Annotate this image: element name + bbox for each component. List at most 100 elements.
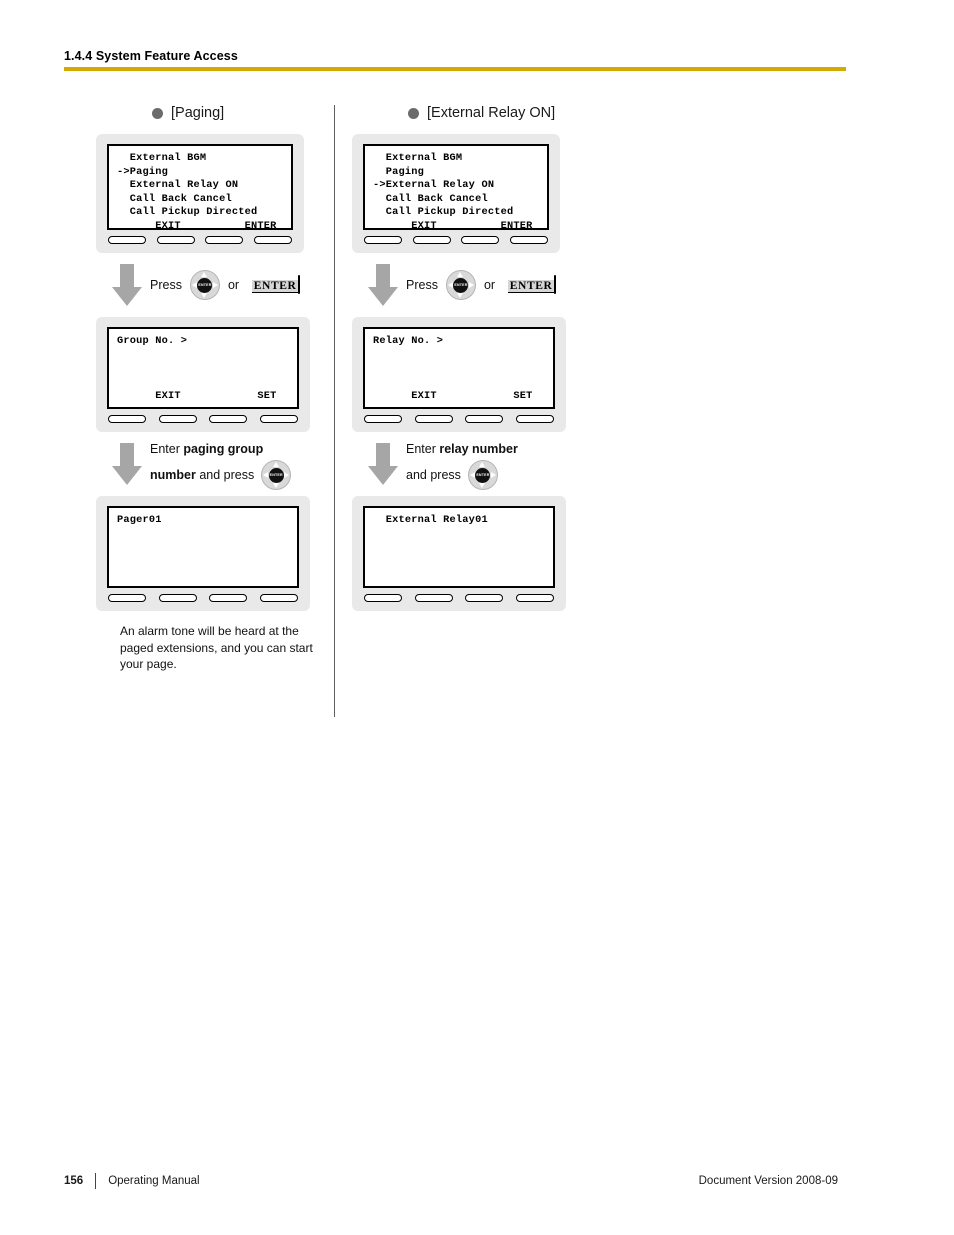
down-arrow-icon: [112, 264, 142, 306]
lcd-line: Pager01: [117, 514, 162, 526]
softkey-button-2[interactable]: [156, 236, 195, 244]
navigator-key-label: ENTER: [475, 467, 491, 483]
softkey-row: [363, 236, 549, 244]
softkey-button-3[interactable]: [461, 236, 500, 244]
lcd-line: External Relay01: [373, 514, 488, 526]
or-label: or: [483, 278, 496, 292]
press-label: Press: [150, 278, 182, 292]
softkey-button-1[interactable]: [108, 236, 146, 244]
navigator-key-icon[interactable]: ENTER: [189, 270, 220, 300]
navigator-key-label: ENTER: [197, 277, 213, 293]
lcd-panel-relay-result: External Relay01: [352, 496, 566, 611]
navigator-key-icon[interactable]: ENTER: [261, 460, 292, 490]
softkey-row: [363, 415, 555, 423]
lcd-softkey-labels: EXIT SET: [373, 389, 533, 402]
softkey-button-4[interactable]: [259, 594, 298, 602]
softkey-button-3[interactable]: [465, 415, 504, 423]
instruction-text: Enter paging group number and press ENTE…: [150, 438, 292, 490]
bullet-dot-icon: [152, 107, 163, 119]
softkey-button-1[interactable]: [364, 236, 402, 244]
footer-manual-label: Operating Manual: [108, 1175, 200, 1187]
lcd-line: Call Pickup Directed: [117, 206, 258, 218]
instruction-part: and press: [406, 468, 461, 482]
softkey-button-4[interactable]: [509, 236, 548, 244]
softkey-button-3[interactable]: [209, 594, 248, 602]
softkey-button-4[interactable]: [253, 236, 292, 244]
lcd-line: Relay No. >: [373, 335, 444, 347]
instruction-emphasis: relay number: [439, 442, 518, 456]
softkey-row: [107, 594, 299, 602]
lcd-screen: External Relay01: [363, 506, 555, 588]
enter-softkey-button[interactable]: [554, 275, 557, 294]
softkey-row: [363, 594, 555, 602]
header-rule: [64, 67, 846, 71]
page-footer: 156 Operating Manual Document Version 20…: [64, 1173, 846, 1189]
enter-softkey-icon[interactable]: ENTER: [503, 275, 561, 294]
column-paging: [Paging] External BGM ->Paging External …: [96, 100, 340, 673]
lcd-line: Call Pickup Directed: [373, 206, 514, 218]
lcd-line: External Relay ON: [117, 179, 239, 191]
softkey-button-2[interactable]: [412, 236, 451, 244]
softkey-button-2[interactable]: [414, 415, 453, 423]
lcd-line: Group No. >: [117, 335, 188, 347]
softkey-button-3[interactable]: [465, 594, 504, 602]
column-external-relay-on: [External Relay ON] External BGM Paging …: [352, 100, 596, 611]
instruction-part: Enter: [406, 442, 440, 456]
enter-softkey-button[interactable]: [298, 275, 301, 294]
step-enter-relay-number: Enter relay number and press ENTER: [352, 432, 596, 496]
lcd-softkey-labels: EXIT ENTER: [117, 219, 277, 232]
footer-divider: [95, 1173, 97, 1189]
lcd-screen: External BGM Paging ->External Relay ON …: [363, 144, 549, 232]
heading-label: [Paging]: [171, 105, 225, 121]
lcd-panel-menu: External BGM Paging ->External Relay ON …: [352, 134, 560, 253]
or-label: or: [227, 278, 240, 292]
softkey-button-1[interactable]: [364, 594, 402, 602]
lcd-screen: Pager01: [107, 506, 299, 588]
enter-softkey-icon[interactable]: ENTER: [247, 275, 305, 294]
softkey-button-2[interactable]: [158, 594, 197, 602]
footer-page-number: 156: [64, 1175, 84, 1187]
bullet-dot-icon: [408, 107, 419, 119]
footer-document-version: Document Version 2008-09: [698, 1175, 838, 1187]
softkey-button-1[interactable]: [108, 594, 146, 602]
down-arrow-icon: [112, 443, 142, 485]
instruction-emphasis: paging group: [183, 442, 264, 456]
softkey-button-4[interactable]: [515, 415, 554, 423]
instruction-text: Enter relay number and press ENTER: [406, 438, 518, 490]
instruction-part: and press: [195, 468, 255, 482]
lcd-panel-relay-no: Relay No. > EXIT SET: [352, 317, 566, 432]
lcd-panel-group-no: Group No. > EXIT SET: [96, 317, 310, 432]
enter-softkey-label: ENTER: [251, 280, 299, 293]
softkey-button-2[interactable]: [158, 415, 197, 423]
softkey-button-4[interactable]: [259, 415, 298, 423]
step-enter-paging-group: Enter paging group number and press ENTE…: [96, 432, 340, 496]
softkey-row: [107, 415, 299, 423]
step-press-enter: Press ENTER or ENTER: [96, 253, 340, 317]
navigator-key-icon[interactable]: ENTER: [445, 270, 476, 300]
heading-paging: [Paging]: [96, 100, 340, 126]
navigator-key-icon[interactable]: ENTER: [467, 460, 498, 490]
softkey-button-1[interactable]: [364, 415, 402, 423]
softkey-button-2[interactable]: [414, 594, 453, 602]
lcd-line: Paging: [373, 165, 425, 178]
note-text: An alarm tone will be heard at the paged…: [120, 624, 313, 671]
down-arrow-icon: [368, 264, 398, 306]
softkey-button-1[interactable]: [108, 415, 146, 423]
enter-softkey-label: ENTER: [507, 280, 555, 293]
softkey-button-4[interactable]: [515, 594, 554, 602]
heading-external-relay-on: [External Relay ON]: [352, 100, 596, 126]
lcd-panel-pager-result: Pager01: [96, 496, 310, 611]
lcd-panel-menu: External BGM ->Paging External Relay ON …: [96, 134, 304, 253]
lcd-line: Call Back Cancel: [117, 192, 232, 205]
navigator-key-label: ENTER: [268, 467, 284, 483]
lcd-line: External BGM: [117, 152, 207, 164]
page-header: 1.4.4 System Feature Access: [64, 48, 846, 64]
lcd-screen: Relay No. > EXIT SET: [363, 327, 555, 409]
softkey-button-3[interactable]: [209, 415, 248, 423]
navigator-key-label: ENTER: [453, 277, 469, 293]
softkey-button-3[interactable]: [205, 236, 244, 244]
lcd-line: ->Paging: [117, 165, 169, 178]
softkey-row: [107, 236, 293, 244]
lcd-softkey-labels: EXIT ENTER: [373, 219, 533, 232]
lcd-line: Call Back Cancel: [373, 192, 488, 205]
